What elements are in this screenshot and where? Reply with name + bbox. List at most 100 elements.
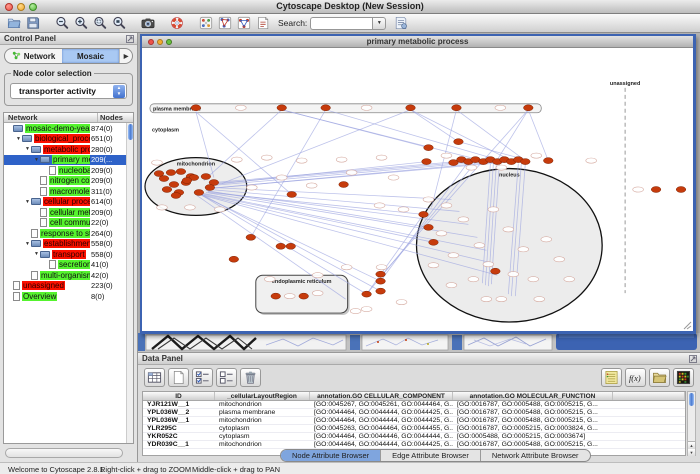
- graph-node[interactable]: [286, 243, 296, 249]
- graph-node[interactable]: [524, 105, 534, 111]
- tab-node-attribute-browser[interactable]: Node Attribute Browser: [281, 450, 380, 461]
- tree-row-unassigned[interactable]: unassigned223(0): [4, 281, 126, 292]
- graph-node[interactable]: [339, 182, 349, 188]
- minimize-window-button[interactable]: [17, 3, 25, 11]
- background-network-windows[interactable]: [138, 333, 700, 352]
- network-minimize-button[interactable]: [157, 39, 163, 45]
- tree-row-transport[interactable]: ▼transport558(0): [4, 249, 126, 260]
- graph-edge[interactable]: [497, 110, 528, 160]
- graph-node[interactable]: [376, 271, 386, 277]
- graph-edge[interactable]: [411, 110, 512, 161]
- graph-node[interactable]: [299, 293, 309, 299]
- graph-node[interactable]: [651, 187, 661, 193]
- apply-layout-b-icon[interactable]: [234, 15, 253, 32]
- apply-layout-a-icon[interactable]: [215, 15, 234, 32]
- graph-node[interactable]: [676, 187, 686, 193]
- tree-row-biological-process[interactable]: ▼biological_process651(0): [4, 134, 126, 145]
- graph-node[interactable]: [452, 105, 462, 111]
- zoom-in-icon[interactable]: [71, 15, 90, 32]
- tree-row-cellular-metabo[interactable]: cellular metabo209(0): [4, 207, 126, 218]
- graph-node[interactable]: [521, 159, 531, 165]
- table-column-header[interactable]: annotation.GO MOLECULAR_FUNCTION: [453, 392, 613, 400]
- zoom-window-button[interactable]: [29, 3, 37, 11]
- graph-node[interactable]: [422, 159, 432, 165]
- table-row[interactable]: YKR052Ccytoplasm[GO:0044464, GO:0044446,…: [143, 433, 685, 441]
- graph-edge[interactable]: [326, 110, 498, 160]
- table-row[interactable]: YDR039C__1mitochondrion[GO:0044464, GO:0…: [143, 441, 685, 449]
- function-builder-icon[interactable]: f(x): [625, 368, 646, 387]
- search-input[interactable]: [310, 17, 372, 30]
- float-panel-icon[interactable]: [126, 35, 134, 43]
- graph-node[interactable]: [406, 105, 416, 111]
- graph-node[interactable]: [159, 176, 169, 182]
- graph-node[interactable]: [376, 288, 386, 294]
- graph-node[interactable]: [201, 174, 211, 180]
- expand-arrow-icon[interactable]: ▼: [33, 157, 40, 163]
- expand-arrow-icon[interactable]: ▼: [24, 146, 31, 152]
- select-all-attributes-icon[interactable]: [192, 368, 213, 387]
- network-canvas[interactable]: plasma membranecytoplasmmitochondrionnuc…: [142, 48, 693, 331]
- graph-node[interactable]: [419, 211, 429, 217]
- graph-node[interactable]: [424, 145, 434, 151]
- zoom-fit-icon[interactable]: [109, 15, 128, 32]
- tab-mosaic[interactable]: Mosaic: [62, 49, 119, 63]
- save-session-icon[interactable]: [23, 15, 42, 32]
- network-zoom-button[interactable]: [166, 39, 172, 45]
- open-file-icon[interactable]: [4, 15, 23, 32]
- expand-arrow-icon[interactable]: ▼: [15, 136, 22, 142]
- scrollbar-arrows[interactable]: ▲▼: [688, 441, 695, 455]
- unselect-all-attributes-icon[interactable]: [216, 368, 237, 387]
- graph-node[interactable]: [205, 185, 215, 191]
- tabbar-overflow-arrow[interactable]: ▶: [119, 49, 132, 63]
- table-row[interactable]: YPL036W__1mitochondrion[GO:0044464, GO:0…: [143, 417, 685, 425]
- snapshot-icon[interactable]: [138, 15, 157, 32]
- graph-edge[interactable]: [201, 193, 434, 242]
- tree-row-metabolic-process[interactable]: ▼metabolic process280(0): [4, 144, 126, 155]
- graph-edge[interactable]: [367, 214, 424, 294]
- graph-node[interactable]: [429, 239, 439, 245]
- tree-row-nitrogen-compo[interactable]: nitrogen compo209(0): [4, 176, 126, 187]
- graph-node[interactable]: [287, 191, 297, 197]
- delete-attribute-icon[interactable]: [240, 368, 261, 387]
- tree-row-overview[interactable]: Overview8(0): [4, 291, 126, 302]
- table-column-header[interactable]: _cellularLayoutRegion: [215, 392, 310, 400]
- table-row[interactable]: YPL036W__2plasma membrane[GO:0044464, GO…: [143, 409, 685, 417]
- graph-node[interactable]: [276, 243, 286, 249]
- attribute-matrix-icon[interactable]: [673, 368, 694, 387]
- graph-node[interactable]: [271, 293, 281, 299]
- table-vertical-scrollbar[interactable]: ▲▼: [687, 391, 696, 456]
- network-close-button[interactable]: [148, 39, 154, 45]
- tree-row-primary-metabo[interactable]: ▼primary metabo209(...: [4, 155, 126, 166]
- search-dropdown-arrow[interactable]: ▼: [372, 17, 386, 30]
- expand-arrow-icon[interactable]: ▼: [33, 251, 40, 257]
- graph-node[interactable]: [376, 278, 386, 284]
- graph-node[interactable]: [176, 169, 186, 175]
- graph-node[interactable]: [424, 224, 434, 230]
- graph-edge[interactable]: [282, 110, 429, 148]
- scroll-up-arrow[interactable]: ▲: [688, 442, 695, 449]
- help-lifesaver-icon[interactable]: [167, 15, 186, 32]
- tree-row-response-to-stimulu[interactable]: response to stimulu264(0): [4, 228, 126, 239]
- graph-edge[interactable]: [214, 162, 427, 185]
- graph-edge[interactable]: [456, 110, 525, 161]
- tree-row-macromolecule[interactable]: macromolecule311(0): [4, 186, 126, 197]
- graph-node[interactable]: [491, 268, 501, 274]
- graph-node[interactable]: [166, 170, 176, 176]
- tree-column-nodes[interactable]: Nodes: [97, 113, 133, 122]
- zoom-selected-region-icon[interactable]: [90, 15, 109, 32]
- graph-edge[interactable]: [204, 110, 282, 181]
- search-options-icon[interactable]: [391, 15, 410, 32]
- annotation-icon[interactable]: [253, 15, 272, 32]
- tree-row-mosaic-demo-yeast[interactable]: mosaic-demo-yeast874(0): [4, 123, 126, 134]
- tree-horizontal-scrollbar[interactable]: [5, 448, 123, 458]
- graph-edge[interactable]: [202, 195, 381, 281]
- tree-row-cell-communicat[interactable]: cell communicat22(0): [4, 218, 126, 229]
- graph-node[interactable]: [194, 190, 204, 196]
- vizmapper-icon[interactable]: [196, 15, 215, 32]
- graph-node[interactable]: [543, 158, 553, 164]
- graph-node[interactable]: [191, 105, 201, 111]
- expand-arrow-icon[interactable]: ▼: [24, 199, 31, 205]
- graph-node[interactable]: [169, 182, 179, 188]
- tree-row-establishment-of-lo[interactable]: ▼establishment of lo558(0): [4, 239, 126, 250]
- graph-node[interactable]: [171, 192, 181, 198]
